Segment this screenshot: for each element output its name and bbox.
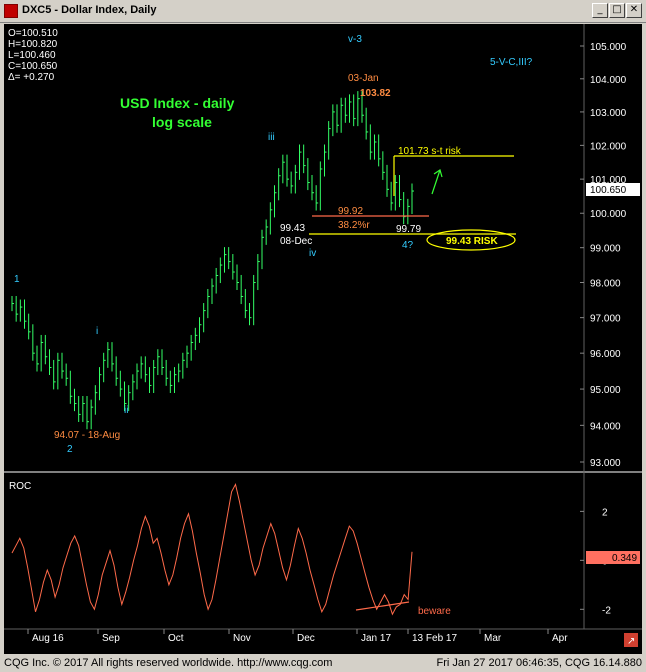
maximize-button[interactable]: □ <box>609 3 625 18</box>
title-bar: DXC5 - Dollar Index, Daily _ □ ✕ <box>0 0 646 23</box>
chart-close-icon: ↗ <box>627 636 635 647</box>
open-value: O=100.510 <box>8 28 58 39</box>
close-value: C=100.650 <box>8 61 58 72</box>
chart-svg[interactable]: 105.000104.000103.000102.000101.000100.0… <box>4 24 642 654</box>
x-tick-label: 13 Feb 17 <box>412 633 457 644</box>
change-value: Δ= +0.270 <box>8 72 55 83</box>
minimize-button[interactable]: _ <box>592 3 608 18</box>
retracement-value-label: 99.92 <box>338 206 363 217</box>
window-title: DXC5 - Dollar Index, Daily <box>22 4 157 16</box>
price-tick-label: 105.000 <box>590 42 627 53</box>
x-tick-label: Oct <box>168 633 184 644</box>
wave-count-label: 5-V-C,III? <box>490 57 533 68</box>
x-tick-label: Nov <box>233 633 251 644</box>
roc-title: ROC <box>9 481 31 492</box>
close-button[interactable]: ✕ <box>626 3 642 18</box>
chart-subtitle: log scale <box>152 114 212 130</box>
dec-low-value-label: 99.43 <box>280 223 305 234</box>
recent-low-label: 99.79 <box>396 224 421 235</box>
x-axis-ticks: Aug 16 Sep Oct Nov Dec Jan 17 13 Feb 17 Mar Apr <box>27 629 568 644</box>
price-tick-label: 103.000 <box>590 108 627 119</box>
beware-label: beware <box>418 606 451 617</box>
x-tick-label: Apr <box>552 633 568 644</box>
x-tick-label: Dec <box>297 633 315 644</box>
risk-label: 99.43 RISK <box>446 236 498 247</box>
x-tick-label: Sep <box>102 633 120 644</box>
high-value: H=100.820 <box>8 39 58 50</box>
copyright-text: CQG Inc. © 2017 All rights reserved worl… <box>4 657 333 669</box>
price-tick-label: 97.000 <box>590 314 621 325</box>
st-risk-label: 101.73 s-t risk <box>398 146 462 157</box>
low-value: L=100.460 <box>8 50 56 61</box>
price-tick-label: 104.000 <box>590 75 627 86</box>
wave-ii-label: ii <box>124 405 128 416</box>
chart-title: USD Index - daily <box>120 95 235 111</box>
wave-1-label: 1 <box>14 274 20 285</box>
roc-tick-label: -2 <box>602 605 611 616</box>
retracement-pct-label: 38.2%r <box>338 220 370 231</box>
roc-panel <box>4 474 584 629</box>
chart-frame: 105.000 104.000 103.000 102.000 101.000 100.0… <box>4 24 642 654</box>
wave-iii-label: iii <box>268 132 275 143</box>
wave-iv-label: iv <box>309 248 316 259</box>
x-tick-label: Jan 17 <box>361 633 391 644</box>
ohlc-readout: O=100.510 H=100.820 L=100.460 C=100.650 … <box>8 28 58 83</box>
timestamp-text: Fri Jan 27 2017 06:46:35, CQG 16.14.880 <box>436 657 642 669</box>
roc-last-value: 0.349 <box>612 553 637 564</box>
wave-4-label: 4? <box>402 240 414 251</box>
price-tick-label: 102.000 <box>590 141 627 152</box>
price-last-value: 100.650 <box>590 185 627 196</box>
wave-2-label: 2 <box>67 444 73 455</box>
status-bar: CQG Inc. © 2017 All rights reserved worl… <box>0 655 646 672</box>
app-icon <box>4 4 18 18</box>
wave-i-label: i <box>96 326 98 337</box>
high-date-label: 03-Jan <box>348 73 379 84</box>
price-tick-label: 99.000 <box>590 244 621 255</box>
price-tick-label: 98.000 <box>590 278 621 289</box>
roc-tick-label: 2 <box>602 507 608 518</box>
aug-low-label: 94.07 - 18-Aug <box>54 430 120 441</box>
price-tick-label: 93.000 <box>590 458 621 469</box>
price-tick-label: 95.000 <box>590 385 621 396</box>
x-tick-label: Mar <box>484 633 502 644</box>
high-value-label: 103.82 <box>360 88 391 99</box>
dec-low-date-label: 08-Dec <box>280 236 312 247</box>
x-tick-label: Aug 16 <box>32 633 64 644</box>
price-tick-label: 96.000 <box>590 349 621 360</box>
price-axis-ticks: 105.000104.000103.000102.000101.000100.0… <box>590 42 627 469</box>
wave-v3-label: v-3 <box>348 34 362 45</box>
price-tick-label: 94.000 <box>590 421 621 432</box>
price-tick-label: 100.000 <box>590 209 627 220</box>
